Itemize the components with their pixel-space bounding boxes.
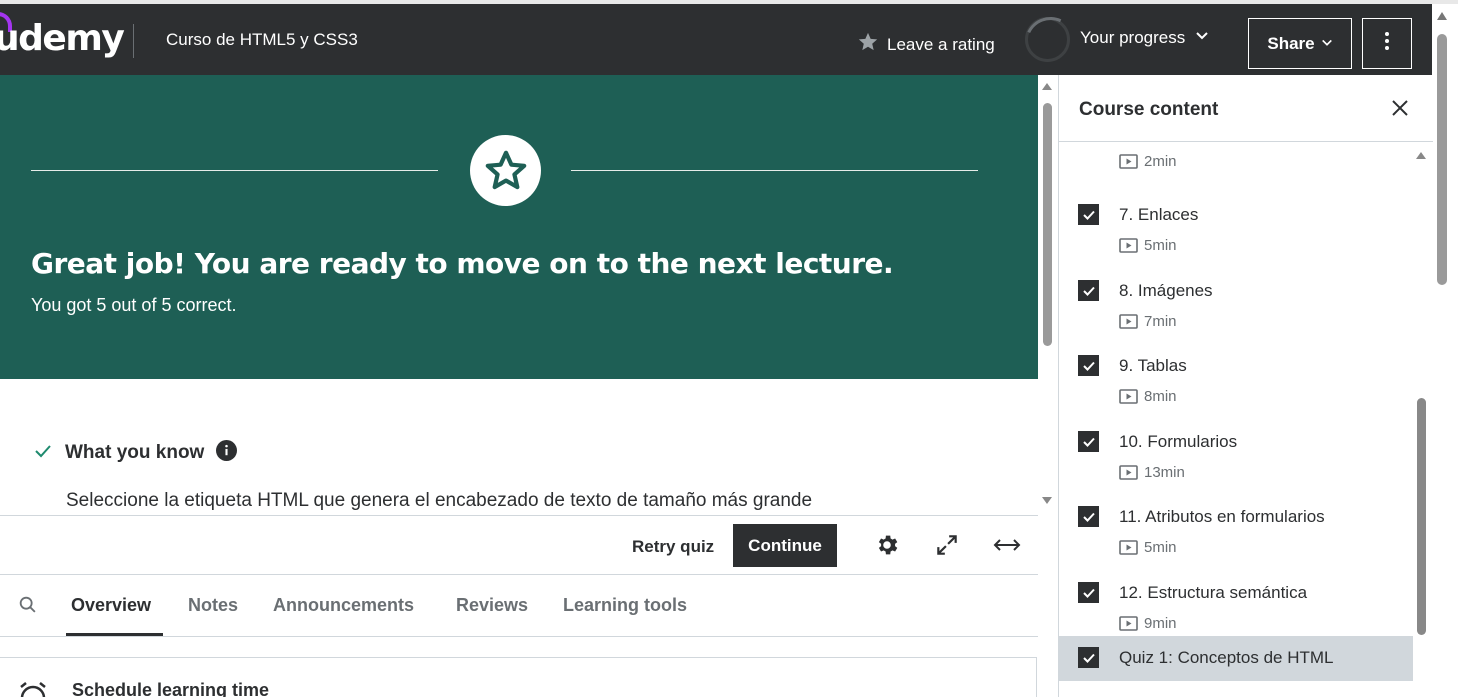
question-text: Seleccione la etiqueta HTML que genera e… bbox=[66, 490, 813, 511]
progress-ring-icon[interactable] bbox=[1025, 17, 1070, 62]
main-scroll-up-arrow[interactable] bbox=[1042, 83, 1052, 90]
lecture-title: 7. Enlaces bbox=[1119, 205, 1199, 224]
main-scroll-down-arrow[interactable] bbox=[1042, 497, 1052, 504]
lecture-title: 12. Estructura semántica bbox=[1119, 583, 1308, 602]
star-badge-icon bbox=[470, 135, 541, 206]
continue-button[interactable]: Continue bbox=[733, 524, 837, 567]
sidebar-scrollbar[interactable] bbox=[1417, 398, 1426, 635]
video-icon bbox=[1119, 154, 1138, 169]
checkmark-icon bbox=[33, 441, 53, 466]
lecture-title: 8. Imágenes bbox=[1119, 281, 1213, 300]
course-tabs: Overview Notes Announcements Reviews Lea… bbox=[0, 576, 1038, 637]
sidebar-title: Course content bbox=[1079, 99, 1219, 120]
schedule-title: Schedule learning time bbox=[72, 680, 270, 697]
search-icon[interactable] bbox=[17, 594, 39, 621]
quiz-action-bar: Retry quiz Continue bbox=[0, 515, 1038, 575]
lecture-item[interactable]: 9. Tablas 8min bbox=[1059, 344, 1413, 420]
top-bar: udemy Curso de HTML5 y CSS3 Leave a rati… bbox=[0, 4, 1432, 75]
tab-overview[interactable]: Overview bbox=[71, 595, 151, 616]
video-icon bbox=[1119, 616, 1138, 631]
main-scrollbar[interactable] bbox=[1043, 103, 1052, 346]
alarm-clock-icon bbox=[17, 680, 49, 697]
lecture-item-active[interactable]: Quiz 1: Conceptos de HTML bbox=[1059, 636, 1413, 681]
window-scroll-up-arrow[interactable] bbox=[1437, 12, 1447, 20]
lecture-item[interactable]: 11. Atributos en formularios 5min bbox=[1059, 495, 1413, 571]
progress-label: Your progress bbox=[1080, 28, 1186, 47]
video-icon bbox=[1119, 238, 1138, 253]
course-content-sidebar: Course content 2min 7. Enlaces 5min 8. I… bbox=[1058, 75, 1433, 697]
fullscreen-icon[interactable] bbox=[932, 530, 962, 560]
section-title: What you know bbox=[65, 442, 205, 463]
lecture-duration: 5min bbox=[1119, 237, 1177, 254]
chevron-down-icon bbox=[1321, 34, 1333, 54]
lecture-item[interactable]: 7. Enlaces 5min bbox=[1059, 193, 1413, 269]
star-icon bbox=[857, 31, 879, 58]
video-icon bbox=[1119, 465, 1138, 480]
lecture-item[interactable]: 8. Imágenes 7min bbox=[1059, 269, 1413, 345]
tab-reviews[interactable]: Reviews bbox=[456, 595, 528, 616]
kebab-icon bbox=[1384, 31, 1390, 56]
video-icon bbox=[1119, 389, 1138, 404]
share-button[interactable]: Share bbox=[1248, 18, 1352, 69]
close-icon[interactable] bbox=[1389, 97, 1411, 124]
app-window: udemy Curso de HTML5 y CSS3 Leave a rati… bbox=[0, 0, 1458, 697]
expand-width-icon[interactable] bbox=[992, 530, 1022, 560]
quiz-result-panel[interactable]: Great job! You are ready to move on to t… bbox=[0, 75, 1040, 515]
tab-learning-tools[interactable]: Learning tools bbox=[563, 595, 687, 616]
tab-notes[interactable]: Notes bbox=[188, 595, 238, 616]
lecture-item[interactable]: 10. Formularios 13min bbox=[1059, 420, 1413, 496]
rating-label: Leave a rating bbox=[887, 34, 995, 54]
lecture-title: 9. Tablas bbox=[1119, 356, 1187, 375]
settings-gear-icon[interactable] bbox=[872, 530, 902, 560]
sidebar-header: Course content bbox=[1059, 75, 1433, 142]
lecture-duration: 8min bbox=[1119, 388, 1177, 405]
schedule-card[interactable]: Schedule learning time bbox=[0, 657, 1037, 697]
sidebar-scroll-up-arrow[interactable] bbox=[1416, 152, 1426, 159]
lecture-title: Quiz 1: Conceptos de HTML bbox=[1119, 648, 1334, 667]
what-you-know-header: What you know bbox=[33, 440, 238, 466]
udemy-logo[interactable]: udemy bbox=[0, 18, 125, 59]
info-icon[interactable] bbox=[216, 440, 238, 466]
checkbox-checked[interactable] bbox=[1078, 355, 1099, 376]
share-label: Share bbox=[1267, 33, 1315, 53]
leave-rating-button[interactable]: Leave a rating bbox=[857, 31, 995, 58]
lecture-duration: 2min bbox=[1119, 153, 1177, 170]
checkbox-checked[interactable] bbox=[1078, 506, 1099, 527]
chevron-down-icon bbox=[1195, 28, 1209, 48]
checkbox-checked[interactable] bbox=[1078, 280, 1099, 301]
checkbox-checked[interactable] bbox=[1078, 647, 1099, 668]
more-options-button[interactable] bbox=[1362, 18, 1412, 69]
video-icon bbox=[1119, 540, 1138, 555]
checkbox-checked[interactable] bbox=[1078, 204, 1099, 225]
header-divider bbox=[133, 24, 134, 58]
lecture-title: 11. Atributos en formularios bbox=[1119, 507, 1325, 526]
video-icon bbox=[1119, 314, 1138, 329]
lecture-duration: 13min bbox=[1119, 464, 1185, 481]
banner-divider-left bbox=[31, 170, 438, 171]
success-banner: Great job! You are ready to move on to t… bbox=[0, 75, 1038, 379]
window-scrollbar[interactable] bbox=[1437, 34, 1447, 285]
banner-title: Great job! You are ready to move on to t… bbox=[31, 247, 894, 280]
banner-divider-right bbox=[571, 170, 978, 171]
checkbox-checked[interactable] bbox=[1078, 431, 1099, 452]
course-title[interactable]: Curso de HTML5 y CSS3 bbox=[166, 30, 358, 50]
lecture-duration: 9min bbox=[1119, 615, 1177, 632]
lecture-title: 10. Formularios bbox=[1119, 432, 1238, 451]
tab-announcements[interactable]: Announcements bbox=[273, 595, 414, 616]
checkbox-checked[interactable] bbox=[1078, 582, 1099, 603]
retry-quiz-button[interactable]: Retry quiz bbox=[632, 537, 714, 557]
active-tab-underline bbox=[66, 633, 163, 636]
lecture-duration: 5min bbox=[1119, 539, 1177, 556]
banner-subtitle: You got 5 out of 5 correct. bbox=[31, 295, 237, 315]
lecture-duration: 7min bbox=[1119, 313, 1177, 330]
your-progress-button[interactable]: Your progress bbox=[1080, 28, 1209, 48]
